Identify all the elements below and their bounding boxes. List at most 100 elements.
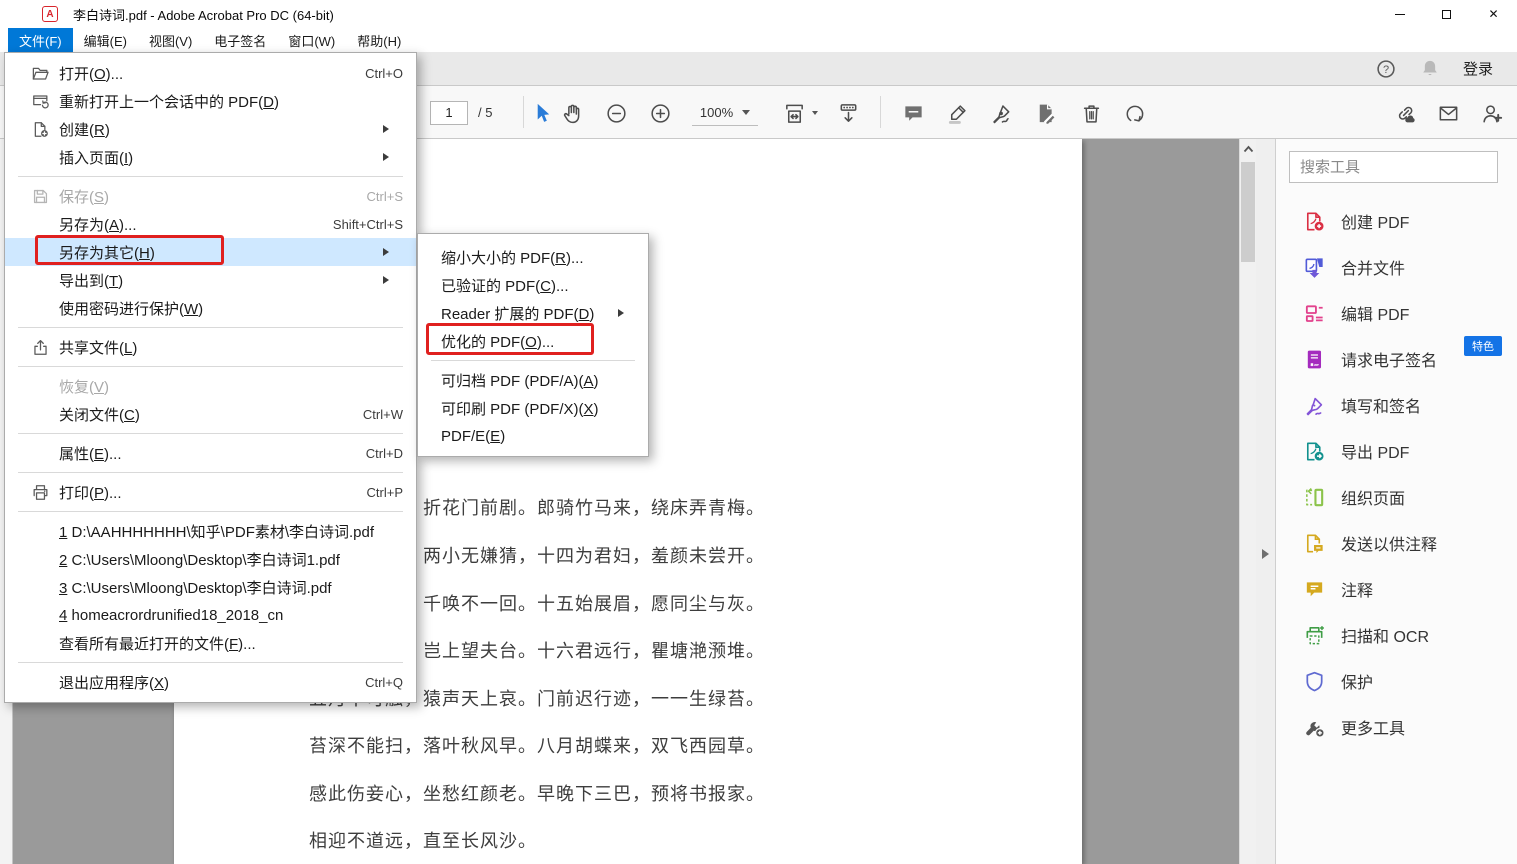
file-menu-item[interactable]: 插入页面(I): [5, 143, 416, 171]
file-menu-item[interactable]: 保存(S)Ctrl+S: [5, 182, 416, 210]
open-folder-icon: [27, 64, 53, 83]
file-menu-item[interactable]: 创建(R): [5, 115, 416, 143]
hand-icon[interactable]: [557, 98, 587, 128]
tool-item-create-pdf[interactable]: 创建 PDF: [1276, 198, 1517, 244]
menu-item-label: 另存为(A)...: [59, 214, 137, 235]
scroll-mode-icon[interactable]: [833, 98, 863, 128]
window-title: 李白诗词.pdf - Adobe Acrobat Pro DC (64-bit): [73, 5, 334, 24]
tool-item-send-for-comments[interactable]: 发送以供注释: [1276, 520, 1517, 566]
menu-item-label: 1 D:\AAHHHHHHH\知乎\PDF素材\李白诗词.pdf: [59, 521, 374, 542]
file-menu-item[interactable]: 2 C:\Users\Mloong\Desktop\李白诗词1.pdf: [5, 545, 416, 573]
file-menu-item[interactable]: 打印(P)...Ctrl+P: [5, 478, 416, 506]
add-person-icon[interactable]: [1476, 98, 1506, 128]
menubar-item[interactable]: 帮助(H): [346, 28, 412, 52]
menu-item-label: 使用密码进行保护(W): [59, 298, 203, 319]
panel-collapse-strip: [1256, 139, 1276, 864]
tool-item-export-pdf[interactable]: 导出 PDF: [1276, 428, 1517, 474]
scroll-up-icon[interactable]: [1240, 142, 1256, 156]
zoom-level-dropdown[interactable]: 100%: [692, 99, 758, 126]
tool-item-combine-files[interactable]: 合并文件: [1276, 244, 1517, 290]
menubar-item[interactable]: 电子签名: [203, 28, 277, 52]
file-menu-item[interactable]: 打开(O)...Ctrl+O: [5, 59, 416, 87]
file-menu-item[interactable]: 退出应用程序(X)Ctrl+Q: [5, 668, 416, 696]
file-menu-item[interactable]: 另存为(A)...Shift+Ctrl+S: [5, 210, 416, 238]
save-as-other-item[interactable]: Reader 扩展的 PDF(D): [418, 299, 648, 327]
file-menu-item[interactable]: 查看所有最近打开的文件(F)...: [5, 629, 416, 657]
save-icon: [27, 187, 53, 206]
bell-icon[interactable]: [1419, 58, 1441, 80]
comments-icon: [1303, 578, 1326, 601]
file-menu-item[interactable]: 共享文件(L): [5, 333, 416, 361]
close-button[interactable]: ✕: [1470, 0, 1517, 28]
search-tools-input[interactable]: [1289, 151, 1498, 183]
file-menu-item[interactable]: 另存为其它(H): [5, 238, 416, 266]
maximize-button[interactable]: [1423, 0, 1470, 28]
file-menu-item[interactable]: 3 C:\Users\Mloong\Desktop\李白诗词.pdf: [5, 573, 416, 601]
tool-item-request-signatures[interactable]: 请求电子签名特色: [1276, 336, 1517, 382]
email-icon[interactable]: [1433, 98, 1463, 128]
zoom-in-icon[interactable]: [645, 98, 675, 128]
menu-separator: [418, 355, 648, 366]
tool-item-label: 合并文件: [1341, 255, 1405, 279]
tool-item-protect[interactable]: 保护: [1276, 658, 1517, 704]
tool-item-organize-pages[interactable]: 组织页面: [1276, 474, 1517, 520]
menubar-item[interactable]: 视图(V): [138, 28, 203, 52]
rotate-icon[interactable]: [1119, 98, 1149, 128]
more-tools-icon: [1303, 716, 1326, 739]
file-menu-item[interactable]: 4 homeacrordrunified18_2018_cn: [5, 601, 416, 629]
protect-icon: [1303, 670, 1326, 693]
toolbar-separator: [880, 96, 881, 128]
tool-item-fill-sign[interactable]: 填写和签名: [1276, 382, 1517, 428]
select-icon[interactable]: [527, 98, 557, 128]
tool-item-comments[interactable]: 注释: [1276, 566, 1517, 612]
tool-item-edit-pdf[interactable]: 编辑 PDF: [1276, 290, 1517, 336]
file-menu-item[interactable]: 1 D:\AAHHHHHHH\知乎\PDF素材\李白诗词.pdf: [5, 517, 416, 545]
delete-icon[interactable]: [1076, 98, 1106, 128]
tool-item-more-tools[interactable]: 更多工具: [1276, 704, 1517, 750]
menubar-item[interactable]: 窗口(W): [277, 28, 346, 52]
save-as-other-item[interactable]: 缩小大小的 PDF(R)...: [418, 243, 648, 271]
menu-item-label: 导出到(T): [59, 270, 123, 291]
fill-sign-icon: [1303, 394, 1326, 417]
menubar-item[interactable]: 编辑(E): [73, 28, 138, 52]
fit-width-button[interactable]: [779, 98, 818, 128]
save-as-other-item[interactable]: 可归档 PDF (PDF/A)(A): [418, 366, 648, 394]
panel-expand-icon[interactable]: [1262, 549, 1269, 559]
file-menu-item[interactable]: 重新打开上一个会话中的 PDF(D): [5, 87, 416, 115]
highlight-icon[interactable]: [942, 98, 972, 128]
menubar-item[interactable]: 文件(F): [8, 28, 73, 52]
sign-icon[interactable]: [986, 98, 1016, 128]
scan-ocr-icon: [1303, 624, 1326, 647]
help-icon[interactable]: ?: [1375, 58, 1397, 80]
tool-item-label: 组织页面: [1341, 485, 1405, 509]
stamp-icon[interactable]: [1030, 98, 1060, 128]
zoom-out-icon[interactable]: [601, 98, 631, 128]
vertical-scrollbar[interactable]: [1239, 139, 1256, 864]
save-as-other-item[interactable]: 优化的 PDF(O)...: [418, 327, 648, 355]
login-button[interactable]: 登录: [1463, 58, 1493, 79]
comment-icon[interactable]: [898, 98, 928, 128]
scrollbar-thumb[interactable]: [1241, 162, 1255, 262]
create-file-icon: [27, 120, 53, 139]
menu-separator: [5, 322, 416, 333]
zoom-level-value: 100%: [700, 105, 733, 120]
tool-item-scan-ocr[interactable]: 扫描和 OCR: [1276, 612, 1517, 658]
file-menu-item[interactable]: 恢复(V): [5, 372, 416, 400]
link-icon[interactable]: [1390, 98, 1420, 128]
file-menu-item[interactable]: 导出到(T): [5, 266, 416, 294]
save-as-other-item[interactable]: 可印刷 PDF (PDF/X)(X): [418, 394, 648, 422]
file-menu-item[interactable]: 属性(E)...Ctrl+D: [5, 439, 416, 467]
document-text-line: 苔深不能扫，落叶秋风早。八月胡蝶来，双飞西园草。: [309, 734, 765, 758]
file-menu-item[interactable]: 使用密码进行保护(W): [5, 294, 416, 322]
page-number-input[interactable]: 1: [430, 101, 468, 125]
file-menu: 打开(O)...Ctrl+O重新打开上一个会话中的 PDF(D)创建(R) 插入页…: [4, 52, 417, 703]
menu-item-label: 插入页面(I): [59, 147, 133, 168]
maximize-icon: [1442, 10, 1451, 19]
save-as-other-item[interactable]: 已验证的 PDF(C)...: [418, 271, 648, 299]
minimize-button[interactable]: [1376, 0, 1423, 28]
menu-item-label: 另存为其它(H): [59, 242, 155, 263]
save-as-other-item[interactable]: PDF/E(E): [418, 422, 648, 450]
document-text-line: 相迎不道远，直至长风沙。: [309, 829, 537, 853]
file-menu-item[interactable]: 关闭文件(C)Ctrl+W: [5, 400, 416, 428]
save-as-other-submenu: 缩小大小的 PDF(R)...已验证的 PDF(C)...Reader 扩展的 …: [417, 233, 649, 457]
